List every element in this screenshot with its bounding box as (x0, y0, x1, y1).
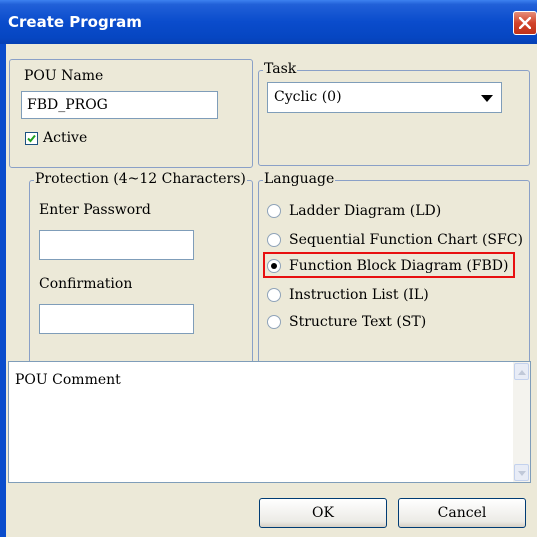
ok-button[interactable]: OK (259, 498, 387, 528)
comment-scrollbar[interactable] (513, 362, 530, 482)
protection-group: Protection (4~12 Characters) Enter Passw… (29, 171, 253, 390)
radio-st[interactable] (267, 315, 281, 329)
scroll-up-icon (518, 370, 526, 375)
pou-name-label: POU Name (24, 68, 104, 84)
scroll-down-icon (518, 471, 526, 476)
language-option-label: Ladder Diagram (LD) (289, 203, 442, 219)
scroll-down-button[interactable] (514, 464, 529, 481)
radio-sfc[interactable] (267, 233, 281, 247)
task-group: Task Cyclic (0) (258, 61, 530, 166)
radio-ld[interactable] (267, 204, 281, 218)
scroll-up-button[interactable] (514, 363, 529, 380)
language-legend: Language (263, 171, 336, 187)
dropdown-arrow-icon[interactable] (481, 95, 493, 102)
language-option-label: Sequential Function Chart (SFC) (289, 232, 523, 248)
pou-name-group: POU Name Active (9, 59, 253, 168)
language-option-il[interactable]: Instruction List (IL) (267, 287, 429, 303)
language-group: Language Ladder Diagram (LD) Sequential … (258, 171, 530, 390)
close-icon (519, 17, 531, 29)
dialog-title: Create Program (8, 13, 142, 31)
password-label: Enter Password (39, 202, 151, 218)
password-field[interactable] (39, 230, 194, 260)
cancel-button[interactable]: Cancel (398, 498, 526, 528)
task-dropdown[interactable]: Cyclic (0) (267, 82, 502, 113)
active-checkbox-row[interactable]: Active (25, 130, 87, 146)
language-option-label: Function Block Diagram (FBD) (289, 258, 509, 274)
password-input[interactable] (40, 231, 193, 259)
language-option-label: Structure Text (ST) (289, 314, 427, 330)
language-option-label: Instruction List (IL) (289, 287, 429, 303)
close-button[interactable] (513, 11, 537, 35)
active-checkbox[interactable] (25, 131, 38, 145)
pou-comment-field[interactable]: POU Comment (8, 361, 531, 483)
language-option-ld[interactable]: Ladder Diagram (LD) (267, 203, 441, 219)
pou-name-field[interactable] (21, 91, 218, 119)
confirmation-label: Confirmation (39, 276, 133, 292)
active-label: Active (43, 130, 88, 146)
language-option-sfc[interactable]: Sequential Function Chart (SFC) (267, 232, 523, 248)
confirmation-input[interactable] (40, 305, 193, 333)
language-option-st[interactable]: Structure Text (ST) (267, 314, 426, 330)
protection-legend: Protection (4~12 Characters) (34, 171, 247, 187)
create-program-dialog: Create Program POU Name Active (0, 0, 537, 537)
dialog-body: POU Name Active Task Cyclic (0) (6, 44, 537, 537)
checkmark-icon (27, 134, 36, 142)
task-selected-value: Cyclic (0) (274, 89, 342, 105)
confirmation-field[interactable] (39, 304, 194, 334)
pou-name-input[interactable] (22, 92, 217, 118)
radio-fbd[interactable] (267, 259, 281, 273)
title-bar[interactable]: Create Program (0, 0, 537, 44)
language-option-fbd[interactable]: Function Block Diagram (FBD) (267, 258, 508, 274)
pou-comment-text: POU Comment (15, 372, 121, 388)
task-legend: Task (263, 61, 298, 77)
radio-il[interactable] (267, 288, 281, 302)
